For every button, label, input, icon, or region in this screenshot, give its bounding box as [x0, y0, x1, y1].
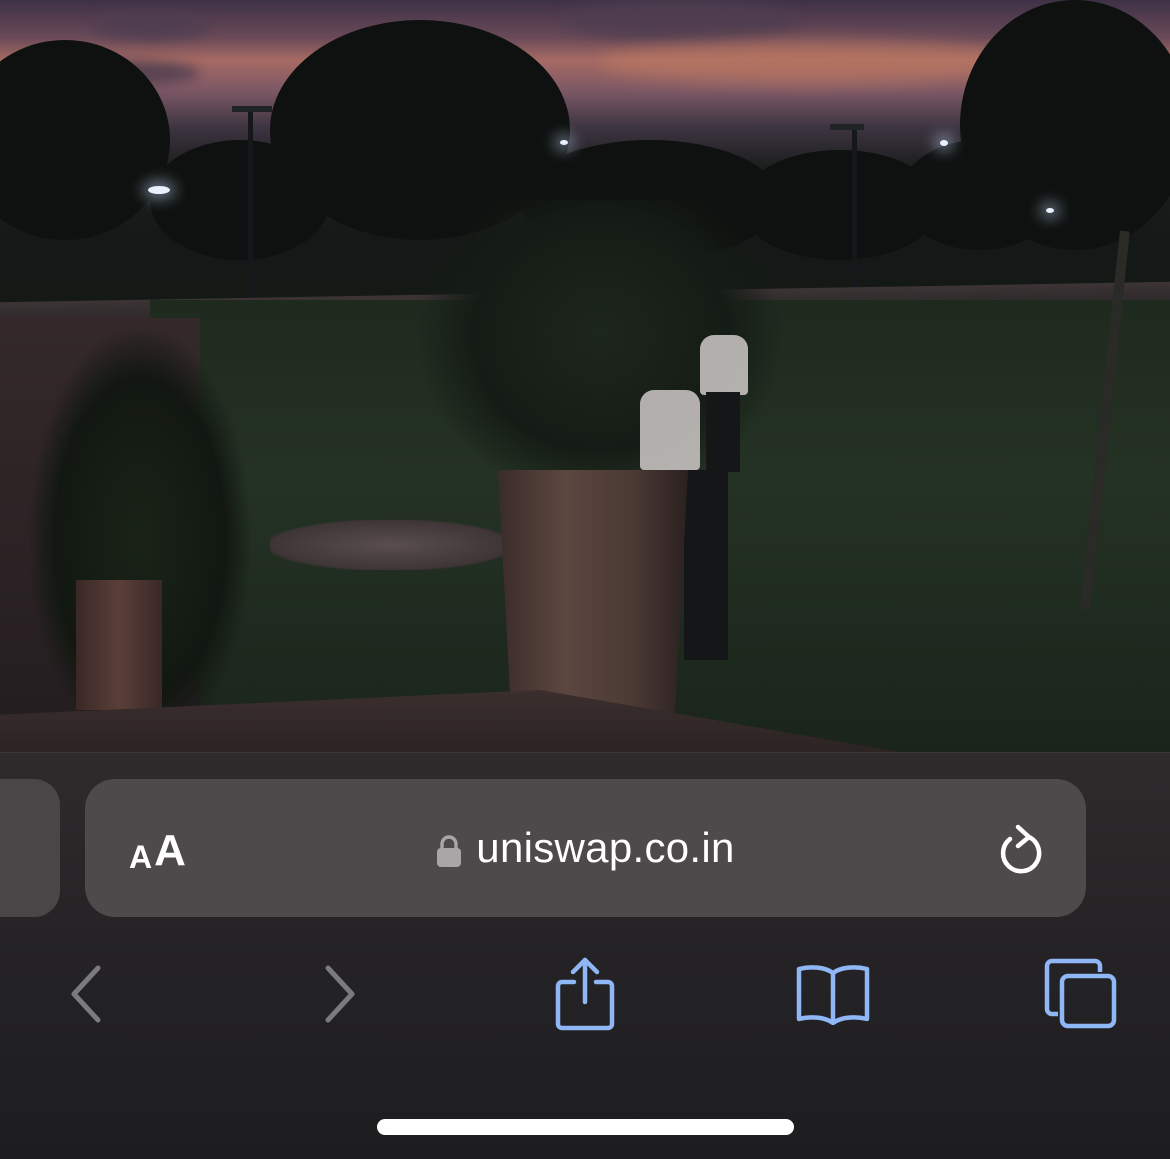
lock-icon [437, 835, 462, 867]
safari-screen: A A uniswap.co.in [0, 0, 1170, 1159]
back-button[interactable] [46, 949, 126, 1039]
chevron-right-icon [325, 965, 355, 1023]
previous-tab-peek[interactable] [0, 779, 60, 917]
browser-toolbar [0, 949, 1170, 1039]
home-indicator[interactable] [377, 1119, 794, 1135]
reload-icon[interactable] [996, 823, 1046, 877]
book-icon [796, 965, 870, 1025]
url-text: uniswap.co.in [476, 824, 735, 871]
tabs-button[interactable] [1036, 949, 1126, 1039]
text-size-small-glyph: A [129, 839, 153, 875]
url-display[interactable]: uniswap.co.in [436, 824, 734, 872]
forward-button[interactable] [300, 949, 380, 1039]
share-button[interactable] [540, 949, 630, 1039]
chevron-left-icon [71, 965, 101, 1023]
text-size-button[interactable]: A A [129, 823, 186, 875]
bookmarks-button[interactable] [788, 949, 878, 1039]
address-bar[interactable]: A A uniswap.co.in [85, 779, 1086, 917]
text-size-large-glyph: A [154, 826, 186, 875]
share-icon [555, 957, 615, 1031]
page-content-photo [0, 0, 1170, 752]
browser-bottom-bar: A A uniswap.co.in [0, 752, 1170, 1159]
tabs-icon [1044, 958, 1117, 1029]
